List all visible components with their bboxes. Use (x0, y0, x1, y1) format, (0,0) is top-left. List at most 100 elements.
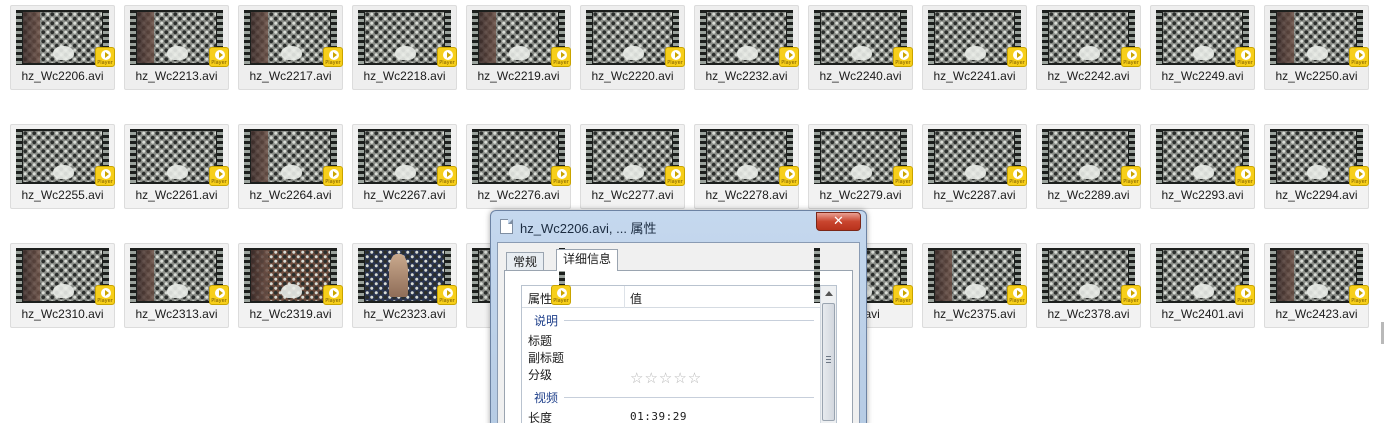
file-name: hz_Wc2255.avi (21, 188, 104, 202)
file-name: hz_Wc2206.avi (21, 69, 104, 83)
file-name: hz_Wc2217.avi (249, 69, 332, 83)
tab-general[interactable]: 常规 (506, 252, 545, 270)
file-item[interactable]: Player hz_Wc2277.avi (580, 124, 685, 209)
player-badge-icon: Player (1235, 166, 1255, 186)
file-name: hz_Wc2423.avi (1275, 307, 1358, 321)
file-item[interactable]: Player hz_Wc2278.avi (694, 124, 799, 209)
file-name: hz_Wc2218.avi (363, 69, 446, 83)
file-item[interactable]: Player hz_Wc2310.avi (10, 243, 115, 328)
file-item[interactable]: Player hz_Wc2401.avi (1150, 243, 1255, 328)
scroll-thumb[interactable] (822, 303, 835, 421)
property-subtitle[interactable]: 副标题 (528, 349, 564, 366)
player-badge-icon: Player (1007, 285, 1027, 305)
property-rating[interactable]: 分级 (528, 366, 552, 383)
file-item[interactable]: Player hz_Wc2249.avi (1150, 5, 1255, 90)
file-item[interactable]: Player hz_Wc2240.avi (808, 5, 913, 90)
scroll-up-arrow-icon[interactable] (825, 291, 833, 296)
file-name: hz_Wc2294.avi (1275, 188, 1358, 202)
close-button[interactable]: ✕ (816, 212, 861, 231)
file-name: hz_Wc2319.avi (249, 307, 332, 321)
player-badge-icon: Player (95, 47, 115, 67)
file-name: hz_Wc2249.avi (1161, 69, 1244, 83)
file-item[interactable]: Player hz_Wc2264.avi (238, 124, 343, 209)
file-item[interactable]: Player hz_Wc2232.avi (694, 5, 799, 90)
file-item[interactable]: Player hz_Wc2220.avi (580, 5, 685, 90)
dialog-body: 常规 详细信息 属性 值 说明 标题 副标题 分级 ☆☆☆☆☆ 视频 长度 01… (497, 242, 860, 423)
file-item[interactable]: Player hz_Wc2267.avi (352, 124, 457, 209)
group-divider (564, 397, 814, 398)
file-item[interactable]: Player hz_Wc2423.avi (1264, 243, 1369, 328)
file-item[interactable]: Player hz_Wc2276.avi (466, 124, 571, 209)
file-item[interactable]: Player hz_Wc2289.avi (1036, 124, 1141, 209)
file-name: hz_Wc2310.avi (21, 307, 104, 321)
file-item[interactable]: Player hz_Wc2261.avi (124, 124, 229, 209)
file-item[interactable]: Player hz_Wc2378.avi (1036, 243, 1141, 328)
file-name: hz_Wc2213.avi (135, 69, 218, 83)
player-badge-icon: Player (95, 166, 115, 186)
property-length[interactable]: 长度 (528, 409, 552, 423)
player-badge-icon: Player (323, 285, 343, 305)
file-name: hz_Wc2219.avi (477, 69, 560, 83)
file-item[interactable]: Player hz_Wc2319.avi (238, 243, 343, 328)
file-item[interactable]: Player hz_Wc2255.avi (10, 124, 115, 209)
file-name: hz_Wc2267.avi (363, 188, 446, 202)
player-badge-icon: Player (779, 47, 799, 67)
file-icon (500, 219, 513, 234)
player-badge-icon: Player (209, 47, 229, 67)
file-item[interactable]: Player hz_Wc2250.avi (1264, 5, 1369, 90)
player-badge-icon: Player (323, 166, 343, 186)
group-divider (564, 320, 814, 321)
file-item[interactable]: Player hz_Wc2218.avi (352, 5, 457, 90)
file-name: hz_Wc2250.avi (1275, 69, 1358, 83)
player-badge-icon: Player (893, 47, 913, 67)
player-badge-icon: Player (1007, 166, 1027, 186)
group-label-description: 说明 (534, 314, 559, 328)
file-name: hz_Wc2232.avi (705, 69, 788, 83)
property-title[interactable]: 标题 (528, 332, 552, 349)
file-name: hz_Wc2276.avi (477, 188, 560, 202)
file-item[interactable]: Player hz_Wc2293.avi (1150, 124, 1255, 209)
player-badge-icon: Player (779, 166, 799, 186)
dialog-title: hz_Wc2206.avi, ... 属性 (520, 221, 657, 236)
player-badge-icon: Player (1235, 47, 1255, 67)
file-item[interactable]: Player hz_Wc2375.avi (922, 243, 1027, 328)
list-scrollbar[interactable] (820, 286, 836, 423)
file-name: hz_Wc2287.avi (933, 188, 1016, 202)
file-name: hz_Wc2261.avi (135, 188, 218, 202)
player-badge-icon: Player (1235, 285, 1255, 305)
player-badge-icon: Player (437, 166, 457, 186)
file-name: hz_Wc2277.avi (591, 188, 674, 202)
player-badge-icon: Player (1121, 166, 1141, 186)
file-name: hz_Wc2289.avi (1047, 188, 1130, 202)
rating-stars[interactable]: ☆☆☆☆☆ (630, 369, 702, 387)
player-badge-icon: Player (1121, 47, 1141, 67)
column-header-property[interactable]: 属性 (528, 290, 552, 307)
file-item[interactable]: Player hz_Wc2213.avi (124, 5, 229, 90)
player-badge-icon: Player (665, 166, 685, 186)
player-badge-icon: Player (893, 285, 913, 305)
player-badge-icon: Player (1349, 47, 1369, 67)
file-item[interactable]: Player hz_Wc2206.avi (10, 5, 115, 90)
file-name: hz_Wc2241.avi (933, 69, 1016, 83)
file-item[interactable]: Player hz_Wc2241.avi (922, 5, 1027, 90)
file-item[interactable]: Player hz_Wc2242.avi (1036, 5, 1141, 90)
player-badge-icon: Player (551, 285, 571, 305)
file-item[interactable]: Player hz_Wc2323.avi (352, 243, 457, 328)
file-name: hz_Wc2240.avi (819, 69, 902, 83)
file-item[interactable]: Player hz_Wc2219.avi (466, 5, 571, 90)
property-list: 属性 值 说明 标题 副标题 分级 ☆☆☆☆☆ 视频 长度 01:39:29 (521, 285, 837, 423)
column-header-value[interactable]: 值 (630, 290, 642, 307)
column-divider[interactable] (624, 286, 625, 308)
player-badge-icon: Player (437, 285, 457, 305)
file-name: hz_Wc2378.avi (1047, 307, 1130, 321)
player-badge-icon: Player (323, 47, 343, 67)
file-item[interactable]: Player hz_Wc2287.avi (922, 124, 1027, 209)
file-item[interactable]: Player hz_Wc2313.avi (124, 243, 229, 328)
file-item[interactable]: Player hz_Wc2279.avi (808, 124, 913, 209)
file-item[interactable]: Player hz_Wc2294.avi (1264, 124, 1369, 209)
tab-details[interactable]: 详细信息 (556, 249, 619, 271)
group-label-video: 视频 (534, 391, 559, 405)
player-badge-icon: Player (1349, 166, 1369, 186)
file-item[interactable]: Player hz_Wc2217.avi (238, 5, 343, 90)
file-name: hz_Wc2278.avi (705, 188, 788, 202)
